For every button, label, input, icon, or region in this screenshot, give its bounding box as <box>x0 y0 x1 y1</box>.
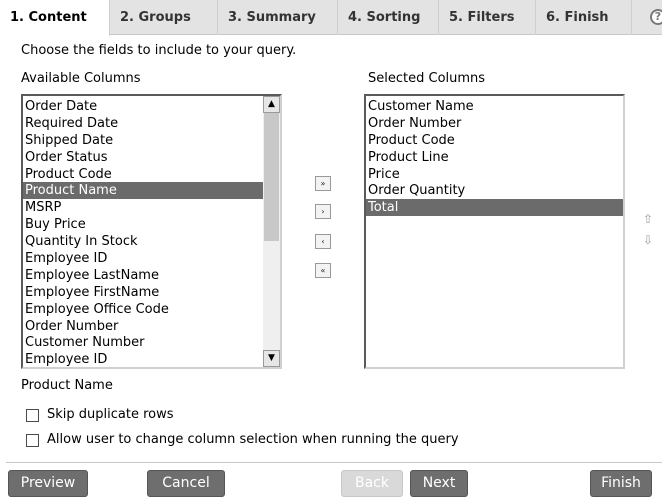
tab-finish[interactable]: 6. Finish <box>536 0 632 35</box>
available-columns-list[interactable]: Order Date Required Date Shipped Date Order… <box>21 94 282 369</box>
skip-duplicates-checkbox[interactable] <box>26 409 39 422</box>
preview-button[interactable]: Preview <box>8 470 88 497</box>
available-list-item[interactable]: Employee Office Code <box>23 301 263 318</box>
available-list-item[interactable]: Employee LastName <box>23 267 263 284</box>
available-list-item[interactable]: Customer Number <box>23 334 263 351</box>
add-button[interactable]: › <box>315 204 331 219</box>
selected-columns-list[interactable]: Customer Name Order Number Product Code Pro… <box>364 94 625 369</box>
move-down-icon[interactable]: ⇩ <box>643 233 653 247</box>
available-list-item[interactable]: Order Status <box>23 149 263 166</box>
field-description: Product Name <box>21 378 113 393</box>
selected-list-item[interactable]: Price <box>366 166 623 183</box>
available-list-item[interactable]: Order Date <box>23 98 263 115</box>
allow-change-checkbox[interactable] <box>26 434 39 447</box>
help-icon[interactable]: ? <box>650 9 662 25</box>
back-button[interactable]: Back <box>341 470 403 497</box>
next-button[interactable]: Next <box>410 470 468 497</box>
available-list-item[interactable]: Employee FirstName <box>23 284 263 301</box>
footer-divider <box>6 462 662 463</box>
available-columns-label: Available Columns <box>21 71 141 86</box>
available-list-item[interactable]: Product Code <box>23 166 263 183</box>
available-list-item[interactable]: Product Name <box>23 182 263 200</box>
skip-duplicates-label: Skip duplicate rows <box>47 407 174 422</box>
selected-columns-label: Selected Columns <box>368 71 486 86</box>
available-list-item[interactable]: Employee ID <box>23 351 263 367</box>
cancel-button[interactable]: Cancel <box>147 470 225 497</box>
tab-groups[interactable]: 2. Groups <box>110 0 218 35</box>
tab-content[interactable]: 1. Content <box>0 0 110 36</box>
tab-summary[interactable]: 3. Summary <box>218 0 338 35</box>
allow-change-label: Allow user to change column selection wh… <box>47 432 459 447</box>
selected-list-item[interactable]: Order Quantity <box>366 182 623 199</box>
move-up-icon[interactable]: ⇧ <box>643 212 653 226</box>
selected-list-item[interactable]: Order Number <box>366 115 623 132</box>
available-list-item[interactable]: Required Date <box>23 115 263 132</box>
scroll-thumb[interactable] <box>264 113 279 241</box>
available-list-item[interactable]: Shipped Date <box>23 132 263 149</box>
remove-all-button[interactable]: « <box>315 263 331 278</box>
selected-list-item[interactable]: Total <box>366 199 623 217</box>
selected-list-item[interactable]: Product Line <box>366 149 623 166</box>
add-all-button[interactable]: » <box>315 176 331 191</box>
tab-filters[interactable]: 5. Filters <box>439 0 536 35</box>
tab-bar: 1. Content 2. Groups 3. Summary 4. Sorti… <box>0 0 662 36</box>
instructions-text: Choose the fields to include to your que… <box>21 43 297 58</box>
selected-list-item[interactable]: Product Code <box>366 132 623 149</box>
scroll-down-arrow-icon[interactable]: ▼ <box>263 350 280 367</box>
available-list-item[interactable]: Buy Price <box>23 216 263 233</box>
available-columns-scrollbar[interactable]: ▲ ▼ <box>263 96 280 367</box>
available-list-item[interactable]: Order Number <box>23 318 263 335</box>
remove-button[interactable]: ‹ <box>315 234 331 249</box>
available-list-item[interactable]: MSRP <box>23 199 263 216</box>
available-list-item[interactable]: Employee ID <box>23 250 263 267</box>
selected-list-item[interactable]: Customer Name <box>366 98 623 115</box>
scroll-up-arrow-icon[interactable]: ▲ <box>263 96 280 113</box>
finish-button[interactable]: Finish <box>590 470 652 497</box>
tab-sorting[interactable]: 4. Sorting <box>338 0 439 35</box>
available-list-item[interactable]: Quantity In Stock <box>23 233 263 250</box>
